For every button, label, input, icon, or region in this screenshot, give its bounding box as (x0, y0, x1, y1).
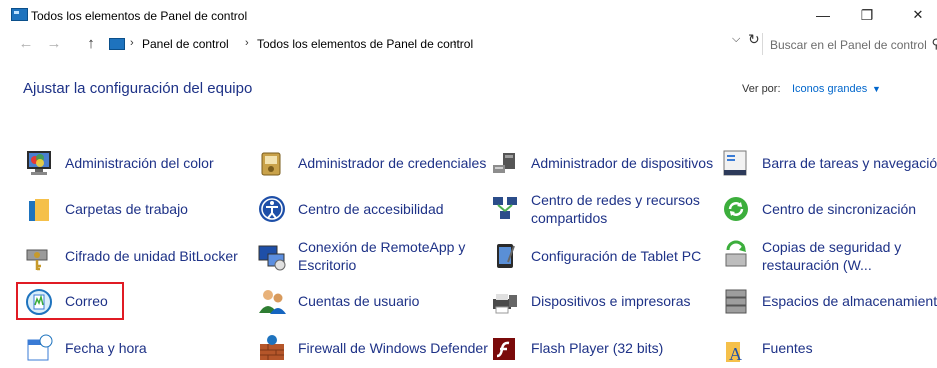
firewall-icon (260, 335, 284, 360)
control-panel-icon (109, 38, 125, 50)
device-manager-icon (493, 153, 515, 173)
svg-text:A: A (729, 344, 742, 364)
highlight-box (16, 282, 124, 320)
item-label: Firewall de Windows Defender (298, 340, 488, 356)
item-label: Conexión de RemoteApp y Escritorio (298, 239, 466, 273)
up-button[interactable]: ↑ (82, 34, 100, 54)
address-dropdown-icon[interactable]: ⌵ (732, 33, 740, 46)
item-date-time[interactable]: Fecha y hora (23, 328, 243, 368)
title-bar: Todos los elementos de Panel de control … (0, 0, 937, 30)
item-bitlocker[interactable]: Cifrado de unidad BitLocker (23, 236, 243, 276)
breadcrumb-separator: › (245, 37, 249, 49)
item-label: Administrador de dispositivos (531, 155, 714, 171)
view-by-dropdown[interactable]: Iconos grandes (792, 83, 867, 95)
devices-printers-icon (493, 294, 517, 314)
user-accounts-icon (259, 290, 286, 314)
item-label: Administrador de credenciales (298, 155, 487, 171)
item-fonts[interactable]: A Fuentes (720, 328, 935, 368)
ease-of-access-icon (259, 196, 285, 222)
flash-player-icon (493, 338, 515, 360)
item-storage-spaces[interactable]: Espacios de almacenamiento (720, 281, 937, 321)
item-label: Flash Player (32 bits) (531, 340, 664, 356)
forward-button[interactable]: → (45, 34, 63, 54)
back-button[interactable]: ← (17, 34, 35, 54)
item-flash-player[interactable]: Flash Player (32 bits) (489, 328, 709, 368)
work-folders-icon (29, 199, 49, 221)
network-center-icon (493, 197, 517, 219)
address-bar[interactable]: › Panel de control › Todos los elementos… (102, 33, 752, 55)
color-management-icon (27, 151, 51, 175)
item-firewall[interactable]: Firewall de Windows Defender (256, 328, 488, 368)
fonts-icon: A (726, 342, 742, 364)
item-label: Espacios de almacenamiento (762, 293, 937, 309)
breadcrumb-control-panel[interactable]: Panel de control (142, 37, 229, 51)
item-label: Barra de tareas y navegación (762, 155, 937, 171)
item-work-folders[interactable]: Carpetas de trabajo (23, 189, 243, 229)
item-label: Carpetas de trabajo (65, 201, 188, 217)
item-remoteapp[interactable]: Conexión de RemoteApp y Escritorio (256, 236, 476, 276)
refresh-icon[interactable]: ↻ (748, 31, 760, 48)
item-sync-center[interactable]: Centro de sincronización (720, 189, 935, 229)
item-label: Dispositivos e impresoras (531, 293, 691, 309)
maximize-button[interactable]: ❐ (852, 4, 882, 26)
storage-spaces-icon (725, 289, 747, 314)
search-input[interactable]: Buscar en el Panel de control (770, 38, 927, 52)
search-box[interactable]: Buscar en el Panel de control ⚲ (762, 33, 937, 55)
date-time-icon (27, 334, 53, 361)
breadcrumb-all-items[interactable]: Todos los elementos de Panel de control (257, 37, 473, 51)
taskbar-icon (723, 150, 747, 176)
item-label: Cifrado de unidad BitLocker (65, 248, 238, 264)
item-credential-manager[interactable]: Administrador de credenciales (256, 143, 486, 183)
backup-restore-icon (725, 240, 747, 267)
item-label: Cuentas de usuario (298, 293, 420, 309)
item-label: Centro de sincronización (762, 201, 917, 217)
item-backup-restore[interactable]: Copias de seguridad y restauración (W... (720, 236, 935, 276)
item-label: Configuración de Tablet PC (531, 248, 702, 264)
credential-manager-icon (261, 152, 281, 176)
remoteapp-icon (258, 245, 286, 271)
item-label: Centro de accesibilidad (298, 201, 444, 217)
bitlocker-icon (26, 249, 48, 271)
chevron-down-icon[interactable]: ▼ (872, 84, 881, 94)
item-label: Copias de seguridad y restauración (W... (762, 239, 902, 273)
breadcrumb-separator: › (453, 37, 457, 49)
page-title: Ajustar la configuración del equipo (23, 80, 253, 97)
item-label: Fecha y hora (65, 340, 147, 356)
item-network-center[interactable]: Centro de redes y recursos compartidos (489, 189, 709, 229)
sync-center-icon (724, 197, 748, 221)
item-tablet-pc[interactable]: Configuración de Tablet PC (489, 236, 709, 276)
control-panel-icon (11, 8, 28, 21)
view-by-label: Ver por: (742, 83, 781, 95)
item-devices-printers[interactable]: Dispositivos e impresoras (489, 281, 709, 321)
address-row: ← → ↑ › Panel de control › Todos los ele… (0, 30, 937, 60)
breadcrumb-separator: › (130, 37, 134, 49)
item-label: Fuentes (762, 340, 813, 356)
item-label: Administración del color (65, 155, 214, 171)
close-button[interactable]: ✕ (903, 4, 933, 26)
item-user-accounts[interactable]: Cuentas de usuario (256, 281, 476, 321)
item-device-manager[interactable]: Administrador de dispositivos (489, 143, 713, 183)
minimize-button[interactable]: — (808, 4, 838, 26)
item-label: Centro de redes y recursos compartidos (531, 192, 700, 226)
item-taskbar[interactable]: Barra de tareas y navegación (720, 143, 937, 183)
window-title: Todos los elementos de Panel de control (31, 9, 248, 23)
search-icon[interactable]: ⚲ (931, 36, 937, 52)
item-color-management[interactable]: Administración del color (23, 143, 243, 183)
tablet-pc-icon (497, 244, 515, 268)
item-ease-of-access[interactable]: Centro de accesibilidad (256, 189, 476, 229)
